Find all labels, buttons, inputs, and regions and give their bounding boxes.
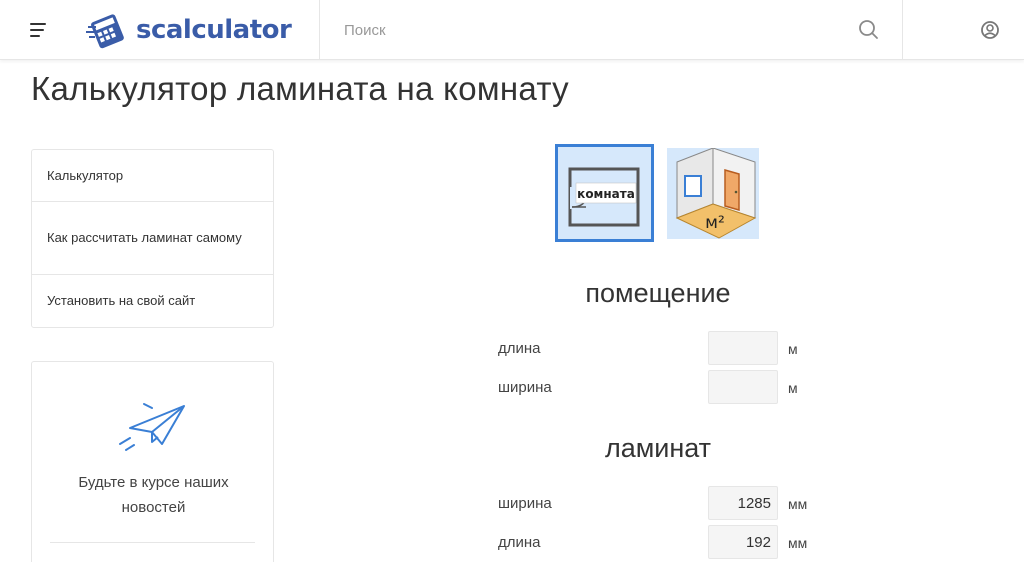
newsletter-box: Будьте в курсе наших новостей (31, 361, 274, 562)
room-section-title: помещение (585, 278, 731, 308)
laminate-length-input[interactable] (708, 525, 778, 559)
search-input[interactable] (330, 14, 850, 46)
sidebar-menu: Калькулятор Как рассчитать ламинат самом… (31, 149, 274, 328)
room-plan-icon: комната (568, 167, 640, 227)
newsletter-text: Будьте в курсе наших новостей (78, 474, 229, 516)
user-account-icon[interactable] (977, 17, 1003, 43)
laminate-length-unit: мм (788, 535, 808, 551)
room-width-input[interactable] (708, 370, 778, 404)
laminate-width-label: ширина (498, 495, 552, 512)
menu-icon[interactable] (30, 23, 48, 37)
laminate-section-title: ламинат (604, 433, 712, 463)
room-length-input[interactable] (708, 331, 778, 365)
room-3d-icon: м² (675, 147, 757, 239)
site-logo[interactable]: scalculator (86, 10, 292, 50)
area-mode-button[interactable]: м² (667, 147, 759, 239)
room-width-unit: м (788, 380, 798, 396)
paper-plane-icon (118, 400, 188, 452)
sidebar-item-calculator[interactable]: Калькулятор (32, 150, 273, 202)
top-header: scalculator (0, 0, 1024, 60)
page-title: Калькулятор ламината на комнату (31, 70, 569, 107)
sidebar-item-how-to-calculate[interactable]: Как рассчитать ламинат самому (32, 202, 273, 275)
header-divider (319, 0, 320, 60)
laminate-width-unit: мм (788, 496, 808, 512)
room-length-unit: м (788, 341, 798, 357)
laminate-width-input[interactable] (708, 486, 778, 520)
search-icon[interactable] (855, 16, 883, 44)
room-mode-button[interactable]: комната (555, 144, 654, 242)
area-mode-label: м² (705, 213, 725, 233)
laminate-length-label: длина (498, 534, 541, 551)
room-width-label: ширина (498, 379, 552, 396)
calculator-logo-icon (86, 14, 124, 49)
sidebar-item-install-widget[interactable]: Установить на свой сайт (32, 275, 273, 327)
logo-text: scalculator (136, 15, 292, 45)
divider (50, 542, 255, 543)
room-length-label: длина (498, 340, 541, 357)
header-divider (902, 0, 903, 60)
room-mode-label: комната (577, 187, 635, 201)
